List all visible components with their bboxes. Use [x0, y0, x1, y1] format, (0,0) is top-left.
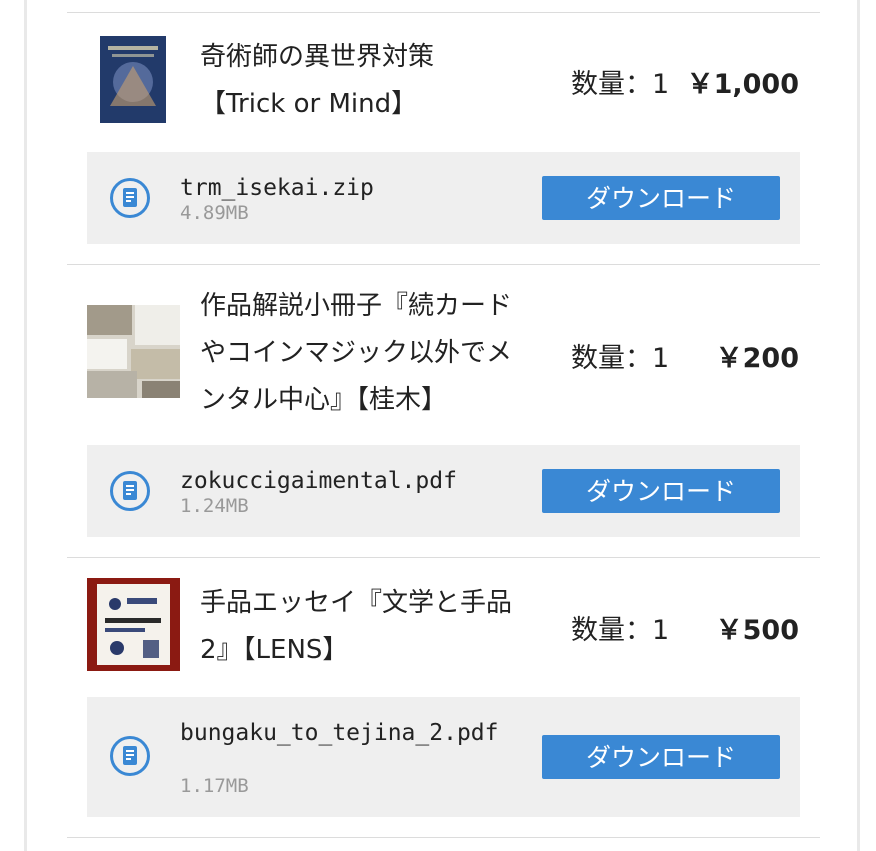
- download-panel: trm_isekai.zip 4.89MB ダウンロード: [87, 152, 800, 244]
- file-document-icon: [110, 471, 150, 511]
- download-button[interactable]: ダウンロード: [542, 469, 780, 513]
- file-size: 4.89MB: [180, 202, 249, 224]
- product-title[interactable]: 奇術師の異世界対策 【Trick or Mind】: [200, 34, 434, 128]
- download-panel: bungaku_to_tejina_2.pdf 1.17MB ダウンロード: [87, 697, 800, 817]
- divider: [67, 837, 820, 838]
- download-button[interactable]: ダウンロード: [542, 176, 780, 220]
- title-line: 手品エッセイ『文学と手品: [200, 588, 513, 618]
- price-label: ￥1,000: [686, 69, 799, 100]
- download-button[interactable]: ダウンロード: [542, 735, 780, 779]
- file-name: zokuccigaimental.pdf: [180, 468, 457, 494]
- product-thumbnail[interactable]: [100, 36, 166, 123]
- frame-right-border: [857, 0, 860, 851]
- file-document-icon: [110, 178, 150, 218]
- file-size: 1.24MB: [180, 495, 249, 517]
- product-thumbnail[interactable]: [87, 305, 180, 398]
- product-title[interactable]: 手品エッセイ『文学と手品 2』【LENS】: [200, 580, 512, 674]
- product-title[interactable]: 作品解説小冊子『続カード やコインマジック以外でメ ンタル中心』【桂木】: [200, 283, 512, 424]
- file-name: trm_isekai.zip: [180, 175, 374, 201]
- title-line: 【Trick or Mind】: [200, 89, 418, 119]
- price-label: ￥500: [715, 615, 799, 646]
- title-line: ンタル中心』【桂木】: [200, 385, 448, 415]
- divider: [67, 264, 820, 265]
- divider: [67, 557, 820, 558]
- frame-left-border: [24, 0, 27, 851]
- file-name: bungaku_to_tejina_2.pdf: [180, 720, 499, 746]
- quantity-label: 数量：1: [571, 343, 670, 374]
- quantity-label: 数量：1: [571, 69, 670, 100]
- quantity-label: 数量：1: [571, 615, 670, 646]
- price-label: ￥200: [715, 343, 799, 374]
- title-line: 奇術師の異世界対策: [200, 42, 435, 72]
- product-thumbnail[interactable]: [87, 578, 180, 671]
- divider: [67, 12, 820, 13]
- title-line: 2』【LENS】: [200, 635, 349, 665]
- file-size: 1.17MB: [180, 775, 249, 797]
- title-line: 作品解説小冊子『続カード: [200, 291, 513, 321]
- file-document-icon: [110, 736, 150, 776]
- title-line: やコインマジック以外でメ: [200, 338, 513, 368]
- download-panel: zokuccigaimental.pdf 1.24MB ダウンロード: [87, 445, 800, 537]
